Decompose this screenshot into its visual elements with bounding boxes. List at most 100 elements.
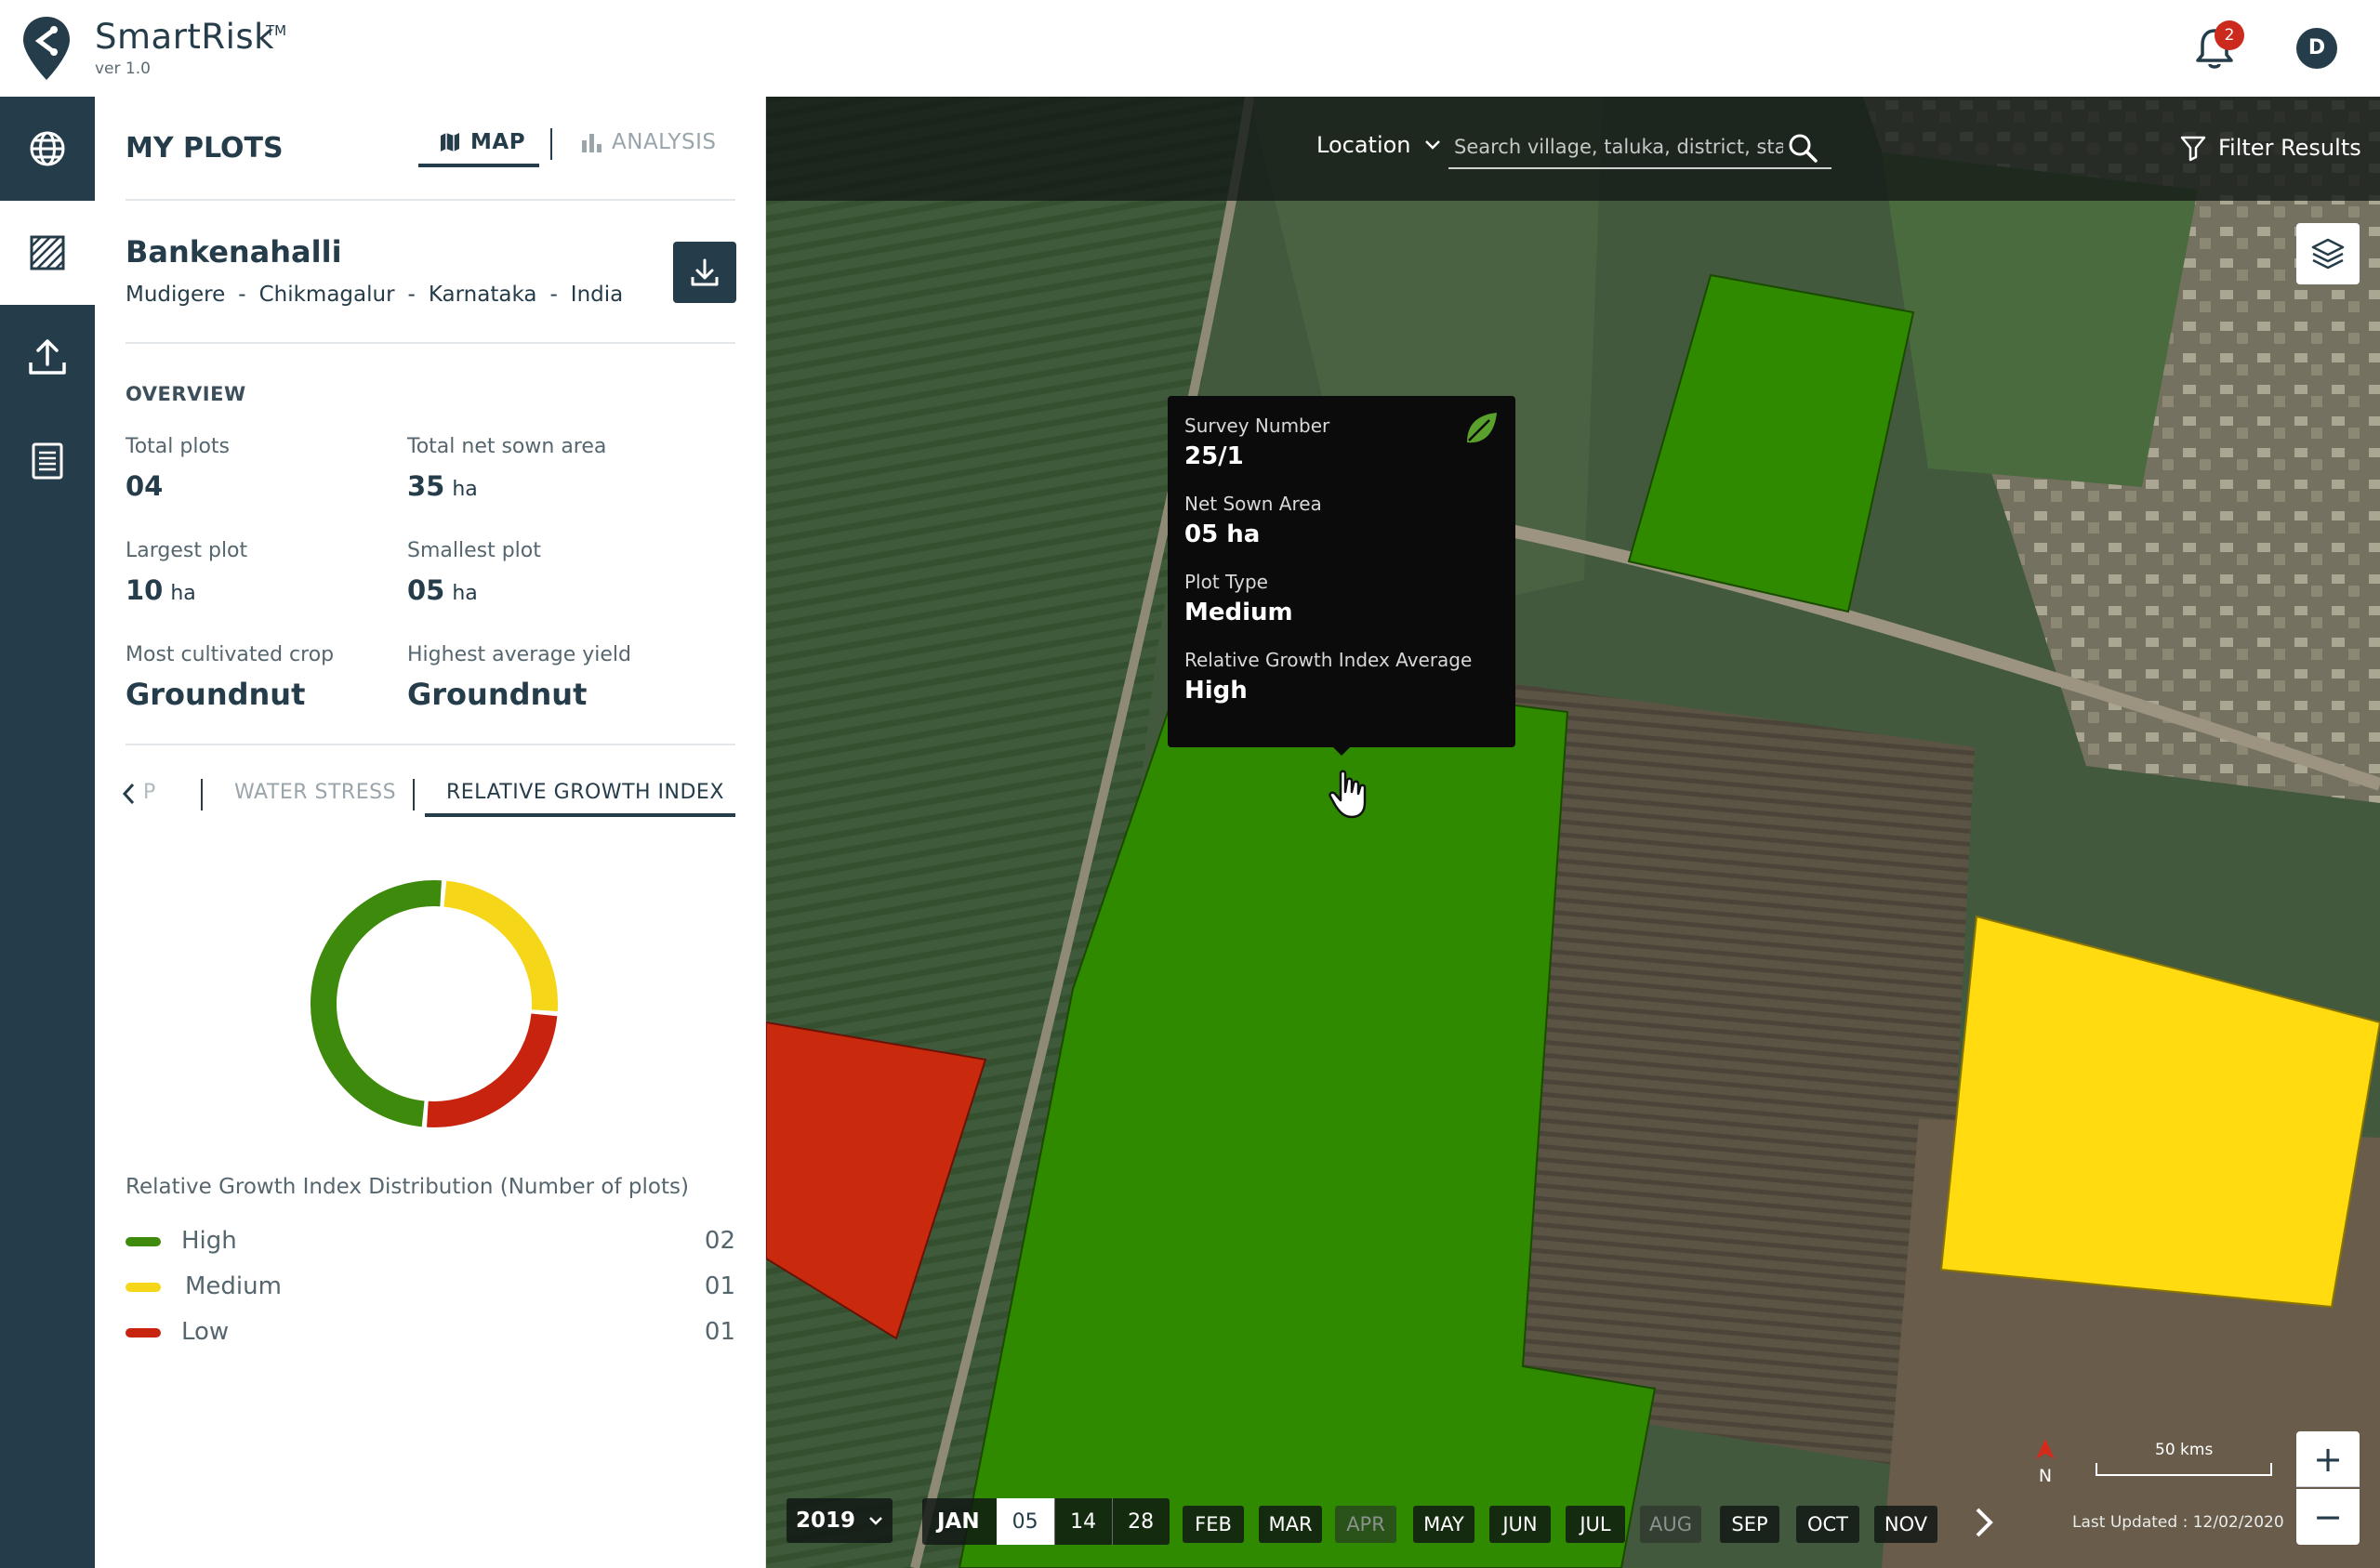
app-header: SmartRisk TM ver 1.0 2 D — [0, 0, 2380, 97]
total-plots-value: 04 — [126, 470, 163, 502]
smallest-plot-label: Smallest plot — [407, 539, 541, 562]
location-path-part: India — [570, 283, 624, 307]
tab-analysis[interactable]: ANALYSIS — [580, 130, 716, 154]
satellite-map[interactable] — [766, 97, 2380, 1568]
tooltip-pointer — [1331, 745, 1352, 756]
layers-button[interactable] — [2296, 223, 2360, 284]
tab-water-stress[interactable]: WATER STRESS — [234, 781, 396, 804]
tab-divider — [550, 128, 552, 160]
tab-divider — [201, 779, 203, 810]
hand-cursor-icon — [1329, 770, 1367, 819]
avatar[interactable]: D — [2296, 28, 2337, 69]
month-may[interactable]: MAY — [1413, 1506, 1474, 1543]
search-input[interactable] — [1448, 128, 1783, 165]
largest-plot-label: Largest plot — [126, 539, 248, 562]
tooltip-type-label: Plot Type — [1184, 571, 1268, 593]
location-dropdown[interactable]: Location — [1316, 132, 1441, 158]
month-oct[interactable]: OCT — [1796, 1506, 1859, 1543]
tooltip-rgi-value: High — [1184, 677, 1248, 705]
tab-rgi-indicator — [425, 813, 735, 817]
chevron-left-icon[interactable] — [121, 782, 136, 806]
filter-icon — [2180, 136, 2206, 162]
rgi-donut-chart — [311, 880, 558, 1127]
month-aug: AUG — [1640, 1506, 1701, 1543]
day-chip[interactable]: 14 — [1053, 1498, 1112, 1545]
legend-item-high: High 02 — [126, 1223, 735, 1260]
logo-pin-icon[interactable] — [20, 15, 73, 82]
location-path-sep: - — [238, 283, 246, 307]
smallest-plot-value: 05 ha — [407, 574, 478, 606]
net-sown-label: Total net sown area — [407, 435, 607, 458]
month-sep[interactable]: SEP — [1720, 1506, 1779, 1543]
panel-title: MY PLOTS — [126, 132, 284, 165]
last-updated: Last Updated : 12/02/2020 — [2072, 1513, 2284, 1532]
tab-map[interactable]: MAP — [439, 130, 525, 154]
largest-plot-number: 10 — [126, 574, 164, 606]
divider — [126, 199, 735, 201]
highest-yield-value: Groundnut — [407, 677, 588, 712]
trademark: TM — [266, 22, 287, 39]
distribution-title: Relative Growth Index Distribution (Numb… — [126, 1175, 689, 1199]
legend-swatch — [126, 1237, 161, 1246]
plots-panel: MY PLOTS MAP ANALYSIS Bankenahalli Mudig… — [95, 97, 766, 1568]
tab-map-indicator — [418, 164, 539, 167]
donut-segment-high[interactable] — [311, 880, 442, 1127]
year-select[interactable]: 2019 — [787, 1498, 892, 1543]
upload-icon — [29, 339, 66, 375]
divider — [126, 342, 735, 344]
day-chip-selected[interactable]: 05 — [996, 1498, 1054, 1545]
day-chip[interactable]: 28 — [1111, 1498, 1170, 1545]
legend-swatch — [126, 1328, 161, 1337]
month-jun[interactable]: JUN — [1489, 1506, 1551, 1543]
legend-label: Medium — [185, 1272, 282, 1300]
chevron-down-icon — [1424, 140, 1440, 150]
month-mar[interactable]: MAR — [1259, 1506, 1322, 1543]
overview-heading: OVERVIEW — [126, 383, 246, 405]
total-plots-label: Total plots — [126, 435, 230, 458]
month-feb[interactable]: FEB — [1183, 1506, 1244, 1543]
search-icon[interactable] — [1787, 132, 1818, 164]
month-jan[interactable]: JAN — [922, 1509, 997, 1534]
zoom-out-button[interactable]: − — [2296, 1489, 2360, 1545]
tooltip-rgi-label: Relative Growth Index Average — [1184, 649, 1473, 671]
notification-badge[interactable]: 2 — [2215, 20, 2244, 50]
net-sown-value: 35 ha — [407, 470, 478, 502]
tab-relative-growth-index[interactable]: RELATIVE GROWTH INDEX — [446, 781, 724, 804]
tab-p[interactable]: P — [143, 781, 156, 804]
nav-upload[interactable] — [0, 305, 95, 409]
donut-segment-medium[interactable] — [443, 880, 558, 1011]
legend-count: 01 — [704, 1318, 735, 1346]
bar-chart-icon — [582, 134, 602, 152]
tab-analysis-label: ANALYSIS — [612, 130, 717, 154]
zoom-in-button[interactable]: + — [2296, 1431, 2360, 1487]
location-name: Bankenahalli — [126, 234, 342, 270]
tab-map-label: MAP — [470, 130, 526, 154]
nav-globe[interactable] — [0, 97, 95, 201]
filter-results-button[interactable]: Filter Results — [2179, 134, 2361, 162]
location-path-part: Mudigere — [126, 283, 226, 307]
location-path-sep: - — [407, 283, 416, 307]
leaf-icon — [1467, 413, 1497, 443]
nav-rail — [0, 97, 95, 1568]
map-view[interactable]: Location Filter Results Survey Number 25… — [766, 97, 2380, 1568]
download-button[interactable] — [673, 242, 736, 303]
filter-results-label: Filter Results — [2218, 135, 2361, 161]
net-sown-number: 35 — [407, 470, 445, 502]
chevron-down-icon — [869, 1516, 882, 1525]
tooltip-type-value: Medium — [1184, 599, 1293, 626]
document-icon — [32, 442, 63, 480]
location-path: Mudigere - Chikmagalur - Karnataka - Ind… — [126, 283, 623, 307]
search-field — [1448, 128, 1831, 169]
month-nov[interactable]: NOV — [1874, 1506, 1937, 1543]
unit: ha — [452, 582, 478, 605]
year-value: 2019 — [795, 1509, 855, 1533]
donut-segment-low[interactable] — [427, 1013, 558, 1127]
month-jul[interactable]: JUL — [1566, 1506, 1625, 1543]
nav-plots[interactable] — [0, 201, 95, 305]
chevron-right-icon[interactable] — [1973, 1506, 1995, 1539]
app-name[interactable]: SmartRisk — [95, 17, 274, 57]
north-arrow-icon — [2036, 1439, 2055, 1459]
globe-icon — [30, 131, 65, 166]
nav-reports[interactable] — [0, 409, 95, 513]
location-dropdown-label: Location — [1316, 132, 1411, 158]
